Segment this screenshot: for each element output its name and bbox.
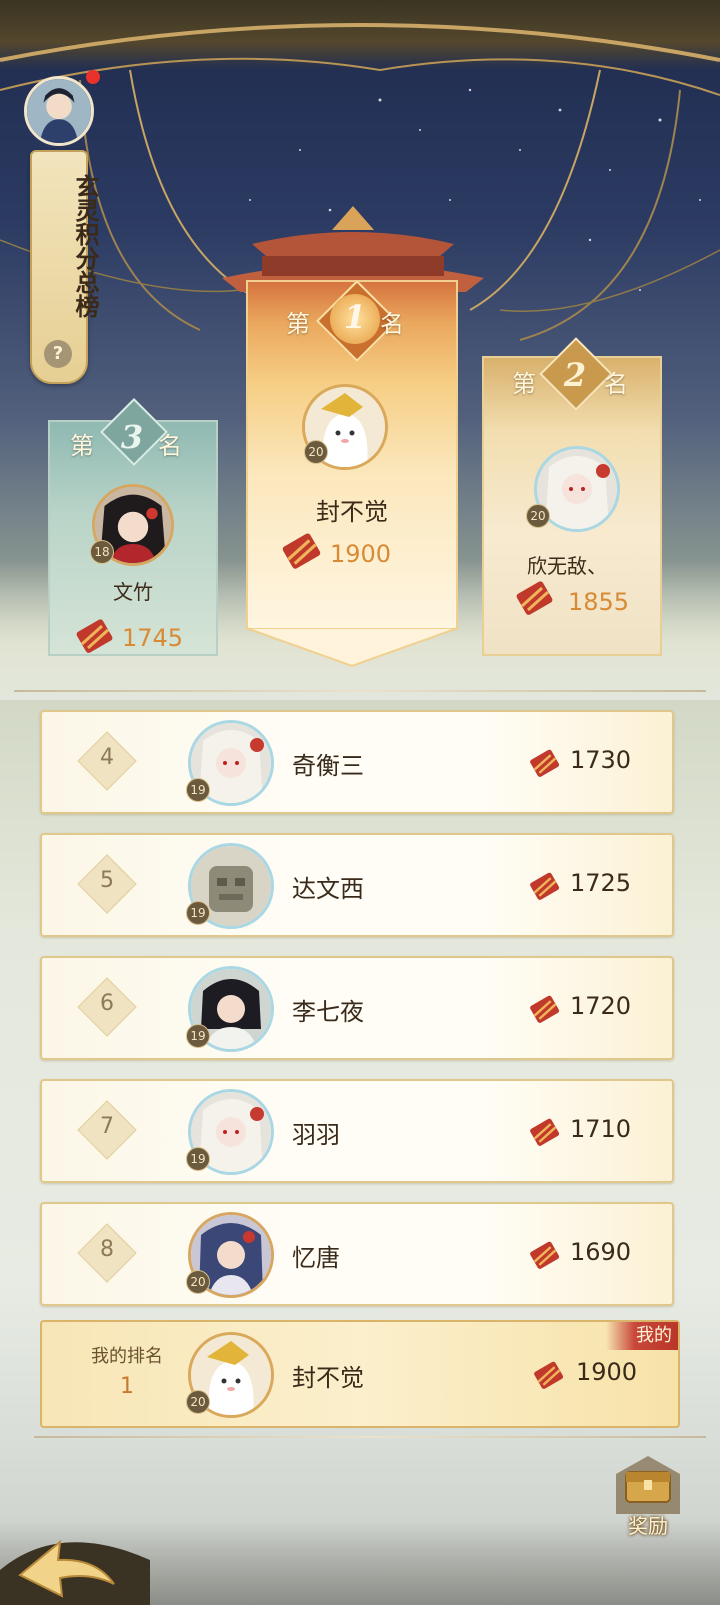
rank-number: 5 [100, 868, 114, 893]
my-score: 1900 [576, 1358, 638, 1386]
rank3-number: 3 [120, 418, 144, 456]
rank3-name: 文竹 [113, 580, 153, 604]
my-rank-label: 我的排名 [91, 1346, 163, 1367]
player-score: 1720 [570, 992, 632, 1020]
rank-number: 7 [100, 1114, 114, 1139]
player-score: 1730 [570, 746, 632, 774]
level-badge: 19 [186, 778, 210, 802]
rank2-prefix: 第 [512, 370, 536, 398]
my-tag: 我的 [606, 1322, 678, 1350]
rank2-level-badge: 20 [526, 504, 550, 528]
level-badge: 19 [186, 1024, 210, 1048]
player-score: 1710 [570, 1115, 632, 1143]
list-item[interactable]: 8 20 忆唐 1690 [40, 1202, 674, 1306]
rank3-level-badge: 18 [90, 540, 114, 564]
back-arrow-icon[interactable] [0, 1480, 150, 1605]
my-rank-row[interactable]: 我的 我的排名 1 20 封不觉 1900 [40, 1320, 680, 1428]
score-scroll-icon [530, 995, 560, 1023]
score-scroll-icon [530, 749, 560, 777]
list-item[interactable]: 7 19 羽羽 1710 [40, 1079, 674, 1183]
my-score-scroll-icon [534, 1361, 564, 1389]
rank1-name: 封不觉 [316, 498, 388, 526]
rank1-banner-tip [246, 628, 458, 668]
rank3-suffix: 名 [158, 432, 182, 460]
rank1-level-badge: 20 [304, 440, 328, 464]
rank2-name: 欣无敌、 [527, 554, 607, 578]
player-score: 1690 [570, 1238, 632, 1266]
rank1-score: 1900 [330, 540, 392, 568]
level-badge: 19 [186, 1147, 210, 1171]
list-item[interactable]: 5 19 达文西 1725 [40, 833, 674, 937]
help-button[interactable]: ? [44, 340, 72, 368]
player-name: 羽羽 [292, 1121, 340, 1149]
player-name: 奇衡三 [292, 752, 364, 780]
bottom-divider [34, 1436, 706, 1438]
player-name: 达文西 [292, 875, 364, 903]
rank2-score-scroll-icon [516, 581, 553, 615]
notification-dot [86, 70, 100, 84]
rank3-score-scroll-icon [76, 619, 113, 653]
reward-button[interactable]: 奖励 [612, 1454, 684, 1542]
rank-number: 4 [100, 745, 114, 770]
top-divider [14, 690, 706, 692]
rank1-prefix: 第 [286, 310, 310, 338]
list-item[interactable]: 6 19 李七夜 1720 [40, 956, 674, 1060]
score-scroll-icon [530, 872, 560, 900]
list-item[interactable]: 4 19 奇衡三 1730 [40, 710, 674, 814]
my-level-badge: 20 [186, 1390, 210, 1414]
leaderboard-title: 玄灵积分总榜 [71, 174, 100, 318]
level-badge: 19 [186, 901, 210, 925]
rank-number: 8 [100, 1237, 114, 1262]
player-avatar[interactable] [24, 76, 94, 146]
player-score: 1725 [570, 869, 632, 897]
rank2-number: 2 [563, 356, 587, 394]
rank1-suffix: 名 [380, 310, 404, 338]
score-scroll-icon [530, 1118, 560, 1146]
reward-label: 奖励 [628, 1514, 668, 1538]
player-name: 忆唐 [292, 1244, 340, 1272]
rank1-number: 1 [343, 298, 367, 336]
my-rank-number: 1 [120, 1374, 134, 1399]
score-scroll-icon [530, 1241, 560, 1269]
my-name: 封不觉 [292, 1364, 364, 1392]
rank3-score: 1745 [122, 624, 184, 652]
rank2-suffix: 名 [604, 370, 628, 398]
rank2-score: 1855 [568, 588, 630, 616]
rank3-prefix: 第 [70, 432, 94, 460]
player-name: 李七夜 [292, 998, 364, 1026]
level-badge: 20 [186, 1270, 210, 1294]
rank-number: 6 [100, 991, 114, 1016]
rank1-score-scroll-icon [282, 533, 321, 569]
